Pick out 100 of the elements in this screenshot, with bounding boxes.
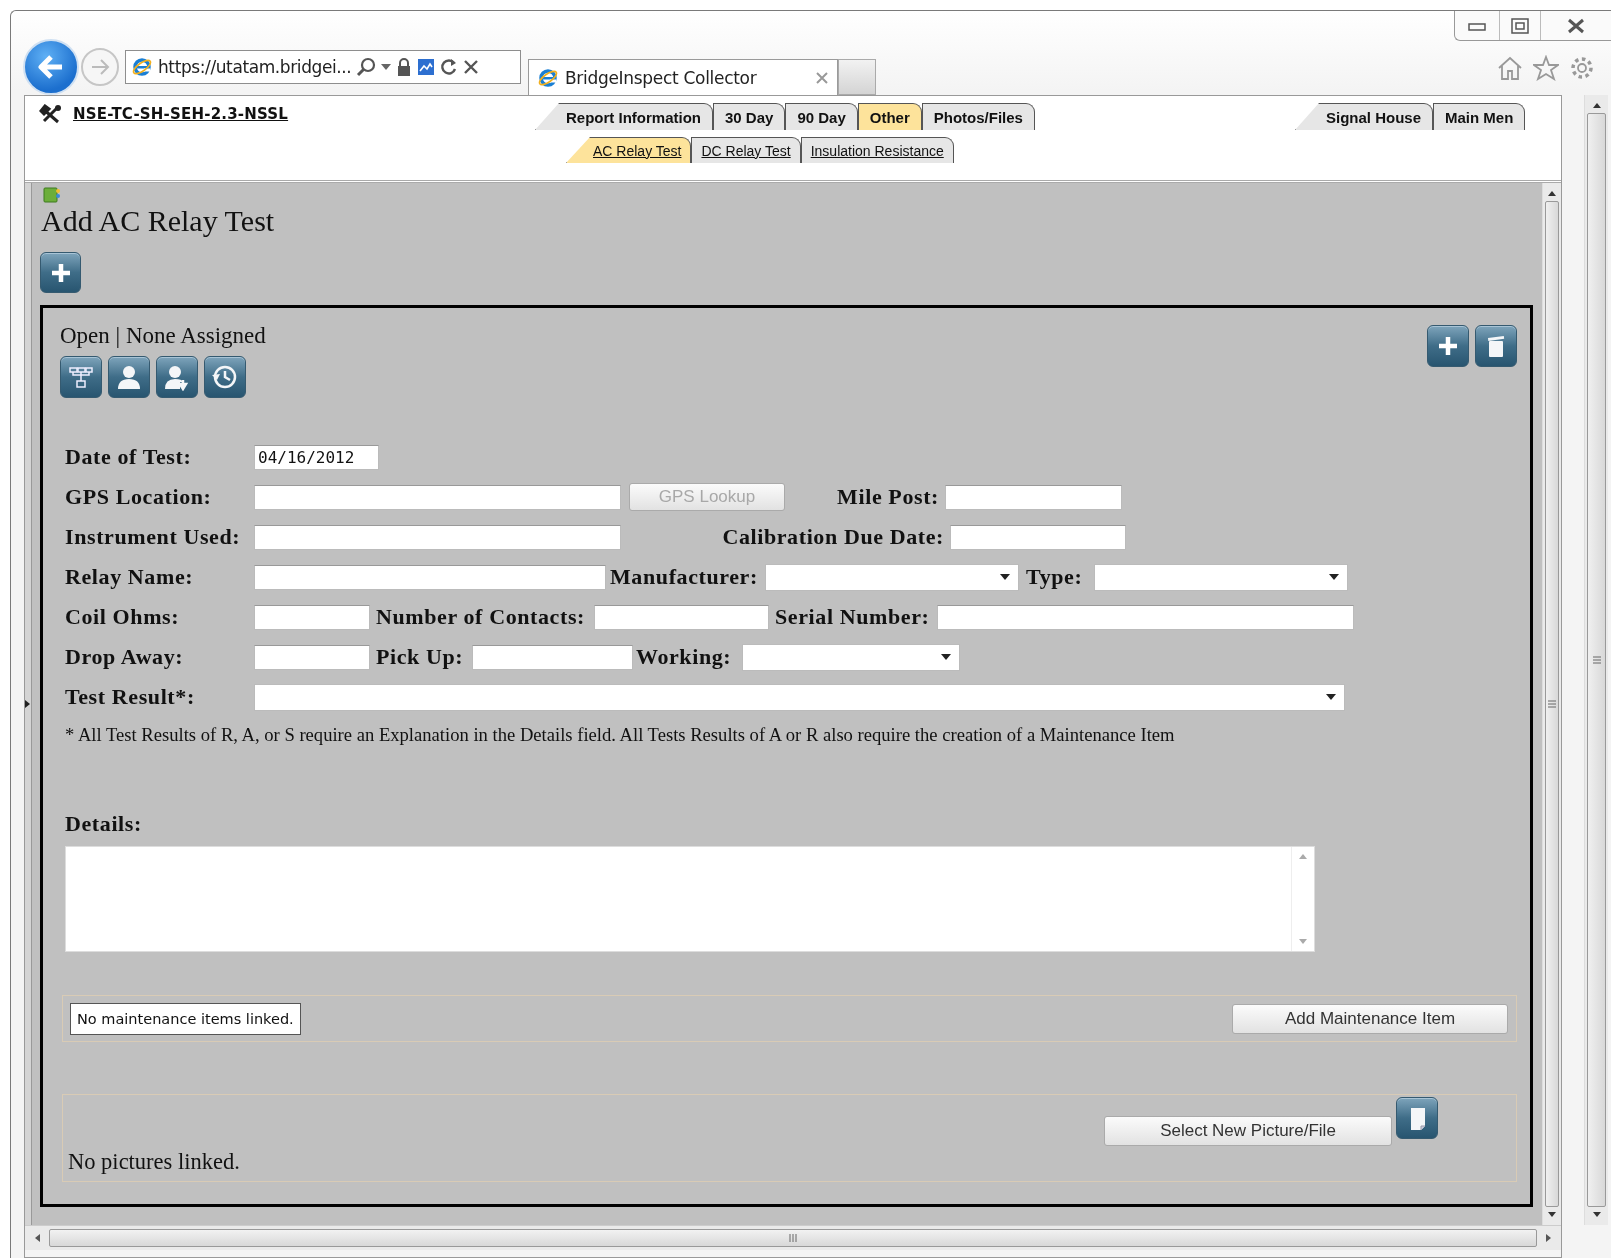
input-field[interactable]: [945, 484, 1122, 510]
hierarchy-button[interactable]: [60, 356, 102, 398]
grip-icon: [1592, 656, 1601, 664]
input-field[interactable]: [950, 524, 1126, 550]
new-tab-button[interactable]: [838, 59, 876, 95]
field-label: Calibration Due Date:: [721, 524, 944, 550]
scroll-down-icon[interactable]: [1591, 1211, 1602, 1219]
file-button[interactable]: [1396, 1097, 1438, 1139]
field-label: Serial Number:: [775, 604, 931, 630]
caret-icon: [1000, 574, 1010, 580]
tab[interactable]: DC Relay Test: [691, 137, 801, 163]
tab[interactable]: 30 Day: [713, 103, 786, 130]
input-field[interactable]: [472, 644, 633, 670]
star-icon[interactable]: [1533, 55, 1559, 81]
search-icon[interactable]: [356, 57, 377, 77]
caret-icon: [1326, 694, 1336, 700]
add-button[interactable]: [40, 252, 81, 293]
vertical-scrollbar[interactable]: [1542, 183, 1561, 1225]
close-icon[interactable]: [463, 59, 480, 75]
scroll-down-icon[interactable]: [1547, 1211, 1557, 1219]
record-link[interactable]: NSE-TC-SH-SEH-2.3-NSSL: [73, 105, 289, 123]
pictures-message: No pictures linked.: [68, 1150, 240, 1174]
browser-tab[interactable]: BridgeInspect Collector: [528, 59, 838, 95]
user-button[interactable]: [108, 356, 150, 398]
scroll-up-icon[interactable]: [1591, 101, 1602, 109]
delete-button[interactable]: [1475, 325, 1517, 367]
person-arrow-icon: [163, 363, 191, 391]
input-field[interactable]: [254, 604, 370, 630]
field-label: Mile Post:: [836, 484, 939, 510]
field-label: Date of Test:: [65, 444, 193, 470]
field-label: Drop Away:: [65, 644, 185, 670]
history-icon: [211, 363, 239, 391]
tab[interactable]: Photos/Files: [921, 103, 1035, 130]
field-label: Type:: [1026, 564, 1084, 590]
tab[interactable]: Insulation Resistance: [800, 137, 954, 163]
address-bar[interactable]: https://utatam.bridgei...: [125, 50, 521, 84]
select-file-button[interactable]: Select New Picture/File: [1104, 1116, 1392, 1146]
dropdown[interactable]: [742, 643, 960, 671]
input-field[interactable]: [254, 564, 606, 590]
note-text: * All Test Results of R, A, or S require an Explanation in the Details field. All Tests Results of A or R also require the creation of a Maintenance Item: [65, 725, 1175, 745]
field-label: Test Result*:: [65, 684, 196, 710]
back-arrow-icon: [38, 55, 64, 79]
grip-icon: [789, 1234, 797, 1242]
back-button[interactable]: [23, 39, 79, 95]
scroll-right-icon[interactable]: [1545, 1233, 1553, 1243]
browser-logo-icon: [537, 66, 559, 89]
book-icon: [42, 187, 62, 203]
input-field[interactable]: 04/16/2012: [254, 444, 379, 470]
home-icon[interactable]: [1497, 55, 1523, 81]
field-label: Number of Contacts:: [376, 604, 586, 630]
dropdown[interactable]: [765, 563, 1019, 591]
field-label: Coil Ohms:: [65, 604, 181, 630]
maintenance-message: No maintenance items linked.: [70, 1002, 301, 1035]
add-button[interactable]: [1427, 325, 1469, 367]
caret-icon[interactable]: [381, 64, 392, 70]
scroll-left-icon[interactable]: [33, 1233, 41, 1243]
minimize-icon: [1468, 20, 1486, 31]
field-label: Instrument Used:: [65, 524, 242, 550]
assign-user-button[interactable]: [156, 356, 198, 398]
caret-icon: [941, 654, 951, 660]
page-title: Add AC Relay Test: [41, 204, 276, 238]
close-icon: [1566, 17, 1586, 34]
dropdown[interactable]: [1094, 563, 1348, 591]
tab[interactable]: AC Relay Test: [566, 137, 692, 163]
add-maintenance-button[interactable]: Add Maintenance Item: [1232, 1003, 1508, 1034]
field-label: Relay Name:: [65, 564, 195, 590]
field-label: Working:: [636, 644, 733, 670]
field-label: GPS Location:: [65, 484, 213, 510]
tab[interactable]: Report Information: [535, 103, 713, 130]
input-field[interactable]: [937, 604, 1354, 630]
input-field[interactable]: [254, 484, 621, 510]
input-field[interactable]: [594, 604, 769, 630]
input-field[interactable]: [254, 524, 621, 550]
forward-arrow-icon: [90, 58, 110, 76]
scroll-up-icon[interactable]: [1547, 189, 1557, 197]
tab[interactable]: Main Men: [1433, 103, 1526, 130]
field-label: Manufacturer:: [610, 564, 759, 590]
tab[interactable]: Signal House: [1295, 103, 1434, 130]
tools-icon: [39, 104, 63, 124]
refresh-icon[interactable]: [440, 58, 459, 76]
horizontal-scrollbar[interactable]: [25, 1225, 1561, 1250]
forward-button[interactable]: [81, 48, 119, 86]
field-label: Details:: [65, 812, 142, 836]
settings-icon[interactable]: [1569, 55, 1595, 81]
input-field[interactable]: [254, 644, 370, 670]
caret-icon: [1329, 574, 1339, 580]
status-text: Open | None Assigned: [60, 324, 266, 348]
collapse-arrow-icon[interactable]: [25, 700, 30, 708]
tab[interactable]: Other: [857, 103, 922, 130]
browser-logo-icon: [131, 56, 153, 78]
picture-icon[interactable]: [417, 58, 436, 76]
vertical-scrollbar[interactable]: [1584, 95, 1608, 1225]
dropdown[interactable]: [254, 683, 1345, 711]
url-text: https://utatam.bridgei...: [158, 57, 352, 77]
person-icon: [115, 363, 143, 391]
tab[interactable]: 90 Day: [785, 103, 858, 130]
history-button[interactable]: [204, 356, 246, 398]
grip-icon: [1548, 700, 1556, 708]
field-label: Pick Up:: [376, 644, 465, 670]
lock-icon[interactable]: [396, 57, 413, 77]
